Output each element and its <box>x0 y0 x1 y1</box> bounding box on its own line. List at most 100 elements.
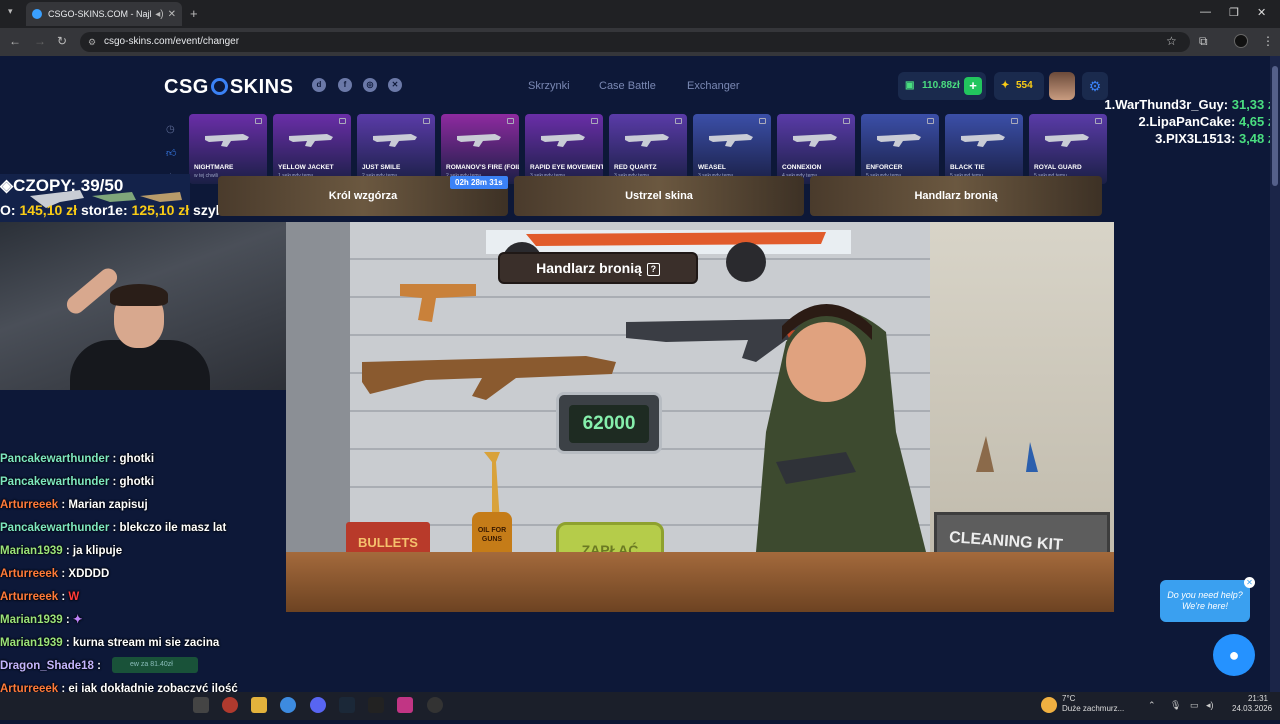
reload-icon[interactable]: ↻ <box>57 34 67 48</box>
instagram-icon[interactable]: ◎ <box>363 78 377 92</box>
profile-icon[interactable] <box>1234 34 1248 48</box>
audio-icon[interactable]: ◂) <box>155 9 163 20</box>
help-question-icon[interactable]: ? <box>646 263 660 276</box>
browser-tab[interactable]: CSGO-SKINS.COM - Najlep ◂) ✕ <box>26 2 182 26</box>
drop-card[interactable]: NIGHTMARE w tej chwili <box>189 114 267 184</box>
site-logo[interactable]: CSG SKINS <box>164 76 293 99</box>
drop-name: ENFORCER <box>866 164 903 171</box>
epic-games-icon[interactable] <box>368 697 384 713</box>
app-icon-red[interactable] <box>222 697 238 713</box>
support-bubble[interactable]: Do you need help? We're here! <box>1160 580 1250 622</box>
chat-username: Pancakewarthunder <box>0 522 110 534</box>
minimize-icon[interactable]: — <box>1200 6 1211 18</box>
counter-text: CZOPY: 39/50 <box>13 176 124 195</box>
tab-handlarz-bronia[interactable]: Handlarz bronią <box>810 176 1102 216</box>
app-icon-pink[interactable] <box>397 697 413 713</box>
weapon-icon <box>205 134 249 147</box>
back-icon[interactable]: ← <box>9 34 21 48</box>
chat-username: Pancakewarthunder <box>0 476 110 488</box>
promo-toast: ew za 81.40zł <box>112 657 198 673</box>
chat-username: Arturreeek <box>0 591 59 603</box>
menu-icon[interactable]: ⋮ <box>1262 34 1274 48</box>
support-close-icon[interactable]: ✕ <box>1244 577 1255 588</box>
game-title: Handlarz bronią <box>536 260 642 276</box>
weather-desc: Duże zachmurz... <box>1062 704 1125 713</box>
restore-icon[interactable]: ❐ <box>1229 6 1239 19</box>
drop-corner-icon <box>927 118 934 124</box>
drop-card[interactable]: WEASEL3 sekundy temu <box>693 114 771 184</box>
volume-icon[interactable]: ◂) <box>1206 700 1214 711</box>
deposit-button[interactable]: + <box>964 77 982 95</box>
drop-name: RED QUARTZ <box>614 164 657 171</box>
network-icon[interactable]: ▭ <box>1190 700 1199 711</box>
weapon-icon <box>373 134 417 147</box>
drop-corner-icon <box>843 118 850 124</box>
chat-text: XDDDD <box>68 568 110 580</box>
obs-icon[interactable] <box>427 697 443 713</box>
chat-message: Pancakewarthunder : blekczo ile masz lat <box>0 522 227 534</box>
drop-name: CONNEXION <box>782 164 822 171</box>
chat-message: Arturreeek : Marian zapisuj <box>0 499 148 511</box>
drop-time: w tej chwili <box>194 173 218 179</box>
discord-icon[interactable]: d <box>312 78 326 92</box>
drop-name: JUST SMILE <box>362 164 401 171</box>
webcam-overlay <box>0 222 286 390</box>
system-clock[interactable]: 21:31 24.03.2026 <box>1232 694 1272 714</box>
clock-icon[interactable]: ◷ <box>166 118 176 142</box>
extensions-icon[interactable]: ⧉ <box>1199 34 1208 49</box>
tray-chevron-icon[interactable]: ⌃ <box>1148 700 1156 711</box>
weapon-icon <box>541 134 585 147</box>
leaderboard-rank: 3. <box>1155 131 1166 146</box>
tab-ustrzel-skina[interactable]: Ustrzel skina <box>514 176 804 216</box>
balance-display[interactable]: ▣ 110.88zł + <box>898 72 986 100</box>
drop-card[interactable]: RED QUARTZ3 sekundy temu <box>609 114 687 184</box>
drop-name: ROMANOV'S FIRE (FOIL) <box>446 164 519 171</box>
price-display: 62000 <box>569 405 649 443</box>
chat-username: Dragon_Shade18 <box>0 660 94 672</box>
drop-card[interactable]: JUST SMILE2 sekundy temu <box>357 114 435 184</box>
nav-skrzynki[interactable]: Skrzynki <box>528 80 570 92</box>
folder-icon[interactable] <box>251 697 267 713</box>
nav-case-battle[interactable]: Case Battle <box>599 80 656 92</box>
drop-card[interactable]: CONNEXION4 sekundy temu <box>777 114 855 184</box>
address-bar[interactable]: ⚙ csgo-skins.com/event/changer <box>80 32 1190 52</box>
tab-search-icon[interactable]: ▾ <box>8 6 13 17</box>
coins-display[interactable]: ✦ 554 <box>994 72 1044 100</box>
drop-card[interactable]: ROMANOV'S FIRE (FOIL)2 sekundy temu <box>441 114 519 184</box>
live-chat-button[interactable]: ● <box>1213 634 1255 676</box>
drop-card[interactable]: YELLOW JACKET1 sekundy temu <box>273 114 351 184</box>
forward-icon[interactable]: → <box>34 34 46 48</box>
chat-username: Marian1939 <box>0 637 63 649</box>
overlay-counter: ◈CZOPY: 39/50 <box>0 176 123 196</box>
discord-taskbar-icon[interactable] <box>310 697 326 713</box>
x-twitter-icon[interactable]: ✕ <box>388 78 402 92</box>
top-prefix: O: <box>0 202 20 218</box>
microphone-icon[interactable]: 🎙︎ <box>1170 700 1181 711</box>
drop-corner-icon <box>1011 118 1018 124</box>
drop-name: BLACK TIE <box>950 164 985 171</box>
close-tab-icon[interactable]: ✕ <box>168 9 176 20</box>
steam-icon[interactable] <box>339 697 355 713</box>
leaderboard-name: LipaPanCake: <box>1149 114 1236 129</box>
chrome-icon[interactable] <box>280 697 296 713</box>
live-drops: NIGHTMARE w tej chwili YELLOW JACKET1 seku… <box>189 114 1107 184</box>
top1-amount: 145,10 zł <box>19 202 78 218</box>
drop-card[interactable]: RAPID EYE MOVEMENT3 sekundy temu <box>525 114 603 184</box>
weapon-icon <box>877 134 921 147</box>
leaderboard-row: 1.WarThund3r_Guy: 31,33 zł <box>1088 96 1278 113</box>
avatar[interactable] <box>1049 72 1075 100</box>
clock-time: 21:31 <box>1247 694 1268 703</box>
page-scrollbar[interactable] <box>1270 56 1280 692</box>
drop-card[interactable]: ENFORCER5 sekundy temu <box>861 114 939 184</box>
facebook-icon[interactable]: f <box>338 78 352 92</box>
thumbs-up-icon[interactable]: 👍︎ <box>166 142 176 166</box>
weather-widget[interactable]: 7°C Duże zachmurz... <box>1062 694 1124 714</box>
file-manager-icon[interactable] <box>193 697 209 713</box>
nav-exchanger[interactable]: Exchanger <box>687 80 740 92</box>
new-tab-button[interactable]: + <box>190 6 198 21</box>
close-window-icon[interactable]: ✕ <box>1257 6 1266 19</box>
site-info-icon[interactable]: ⚙ <box>88 32 96 52</box>
bookmark-star-icon[interactable]: ☆ <box>1166 34 1177 48</box>
drop-card[interactable]: BLACK TIE5 sekund temu <box>945 114 1023 184</box>
weapon-icon <box>961 134 1005 147</box>
